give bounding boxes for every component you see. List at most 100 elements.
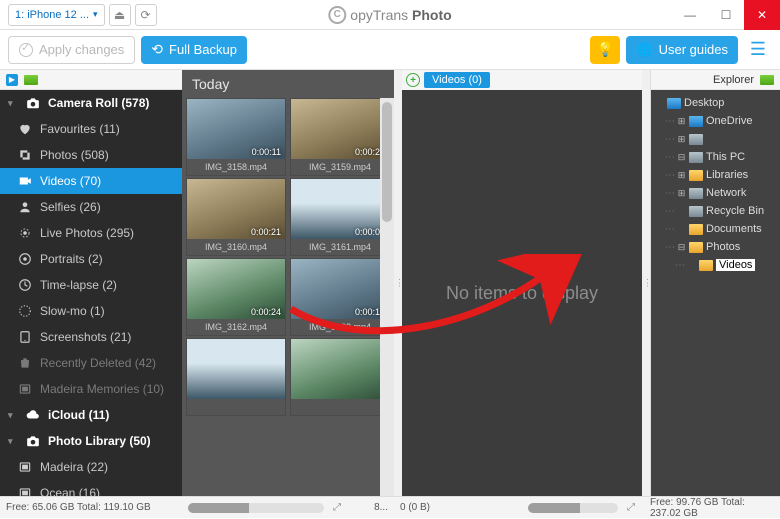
video-thumbnail[interactable]: 0:00:24IMG_3162.mp4 — [186, 258, 286, 336]
video-thumbnail[interactable]: 0:00:07IMG_3161.mp4 — [290, 178, 390, 256]
sidebar-item[interactable]: Videos (70) — [0, 168, 182, 194]
video-thumbnail[interactable]: 0:00:12IMG_3163.mp4 — [290, 258, 390, 336]
tree-node[interactable]: ⋯⊞OneDrive — [653, 112, 778, 130]
video-thumbnail[interactable]: 0:00:24IMG_3159.mp4 — [290, 98, 390, 176]
play-view-icon[interactable]: ▶ — [6, 74, 18, 86]
sidebar-item[interactable]: Ocean (16) — [0, 480, 182, 496]
folder-icon — [689, 206, 703, 217]
user-guides-button[interactable]: 🌐 User guides — [626, 36, 738, 64]
expand-icon[interactable]: ⤢ — [330, 501, 344, 515]
device-dropdown[interactable]: 1: iPhone 12 ... ▾ — [8, 4, 105, 26]
pc-storage-meter — [528, 503, 618, 513]
explorer-header: Explorer — [651, 70, 780, 90]
drop-body[interactable]: No items to display — [402, 90, 642, 496]
heart-icon — [18, 122, 32, 136]
splitter-left[interactable]: ⋮ — [394, 70, 402, 496]
device-label: 1: iPhone 12 ... — [15, 9, 89, 21]
sidebar-item-label: Recently Deleted (42) — [40, 356, 156, 370]
slowmo-icon — [18, 304, 32, 318]
tree-node[interactable]: ⋯⊞Libraries — [653, 166, 778, 184]
window-controls: — ☐ ✕ — [672, 0, 780, 30]
sidebar-item[interactable]: ▾iCloud (11) — [0, 402, 182, 428]
thumbnail-panel: Today 0:00:11IMG_3158.mp40:00:24IMG_3159… — [182, 70, 394, 496]
tree-twisty-icon[interactable]: ⊟ — [677, 242, 686, 253]
sidebar-item[interactable]: ▾Photo Library (50) — [0, 428, 182, 454]
minimize-button[interactable]: — — [672, 0, 708, 30]
check-icon — [19, 43, 33, 57]
tree-twisty-icon[interactable]: ⊞ — [677, 170, 686, 181]
folder-icon — [689, 134, 703, 145]
add-icon[interactable]: + — [406, 73, 420, 87]
folder-icon — [689, 188, 703, 199]
sidebar-item-label: Favourites (11) — [40, 122, 120, 136]
live-icon — [18, 226, 32, 240]
new-album-icon[interactable] — [24, 75, 38, 85]
tree-twisty-icon[interactable]: ⊟ — [677, 152, 686, 163]
drop-folder-pill[interactable]: Videos (0) — [424, 72, 490, 88]
video-thumbnail[interactable] — [186, 338, 286, 416]
device-sidebar: ▶ ▾Camera Roll (578) Favourites (11) Photo… — [0, 70, 182, 496]
tree-node[interactable]: ⋯Documents — [653, 220, 778, 238]
tree-label: Libraries — [706, 169, 748, 181]
video-icon — [18, 174, 32, 188]
pc-drop-panel: + Videos (0) No items to display — [402, 70, 642, 496]
thumb-filename: IMG_3161.mp4 — [291, 239, 389, 255]
full-backup-button[interactable]: ⟲ Full Backup — [141, 36, 247, 64]
main-area: ▶ ▾Camera Roll (578) Favourites (11) Photo… — [0, 70, 780, 496]
sidebar-item[interactable]: Madeira (22) — [0, 454, 182, 480]
sidebar-item[interactable]: Screenshots (21) — [0, 324, 182, 350]
sidebar-item[interactable]: Slow-mo (1) — [0, 298, 182, 324]
sidebar-item[interactable]: Live Photos (295) — [0, 220, 182, 246]
refresh-button[interactable]: ⟳ — [135, 4, 157, 26]
sidebar-item-label: Time-lapse (2) — [40, 278, 117, 292]
explorer-panel: Explorer Desktop⋯⊞OneDrive⋯⊞⋯⊟This PC⋯⊞L… — [650, 70, 780, 496]
sidebar-mini-toolbar: ▶ — [0, 70, 182, 90]
sidebar-item[interactable]: Selfies (26) — [0, 194, 182, 220]
tree-node[interactable]: ⋯⊟This PC — [653, 148, 778, 166]
tree-node[interactable]: ⋯⊟Photos — [653, 238, 778, 256]
video-thumbnail[interactable]: 0:00:21IMG_3160.mp4 — [186, 178, 286, 256]
video-thumbnail[interactable]: 0:00:11IMG_3158.mp4 — [186, 98, 286, 176]
backup-label: Full Backup — [169, 42, 237, 57]
sidebar-item[interactable]: Portraits (2) — [0, 246, 182, 272]
tree-label: Videos — [716, 259, 755, 271]
tree-node[interactable]: ⋯Videos — [653, 256, 778, 274]
tree-label: Documents — [706, 223, 762, 235]
sidebar-item[interactable]: Recently Deleted (42) — [0, 350, 182, 376]
tree-node[interactable]: ⋯Recycle Bin — [653, 202, 778, 220]
thumb-scrollbar[interactable] — [380, 98, 394, 496]
tree-node[interactable]: ⋯⊞ — [653, 130, 778, 148]
chevron-down-icon: ▾ — [8, 410, 18, 421]
tips-button[interactable]: 💡 — [590, 36, 620, 64]
chevron-down-icon: ▾ — [8, 436, 18, 447]
sidebar-item[interactable]: ▾Camera Roll (578) — [0, 90, 182, 116]
eject-button[interactable]: ⏏ — [109, 4, 131, 26]
sidebar-item[interactable]: Photos (508) — [0, 142, 182, 168]
tree-twisty-icon[interactable]: ⊞ — [677, 134, 686, 145]
video-thumbnail[interactable] — [290, 338, 390, 416]
tree-node[interactable]: Desktop — [653, 94, 778, 112]
drop-header: + Videos (0) — [402, 70, 642, 90]
sidebar-item[interactable]: Madeira Memories (10) — [0, 376, 182, 402]
thumb-group-header: Today — [182, 70, 394, 98]
device-storage-meter — [188, 503, 324, 513]
portrait-icon — [18, 252, 32, 266]
sidebar-item[interactable]: Time-lapse (2) — [0, 272, 182, 298]
apply-changes-button[interactable]: Apply changes — [8, 36, 135, 64]
pc-storage-text: Free: 99.76 GB Total: 237.02 GB — [650, 497, 774, 519]
tree-twisty-icon[interactable]: ⊞ — [677, 116, 686, 127]
close-button[interactable]: ✕ — [744, 0, 780, 30]
tree-label: OneDrive — [706, 115, 752, 127]
thumb-filename: IMG_3163.mp4 — [291, 319, 389, 335]
tree-node[interactable]: ⋯⊞Network — [653, 184, 778, 202]
maximize-button[interactable]: ☐ — [708, 0, 744, 30]
sidebar-item[interactable]: Favourites (11) — [0, 116, 182, 142]
thumb-filename: IMG_3158.mp4 — [187, 159, 285, 175]
expand-icon[interactable]: ⤢ — [624, 501, 638, 515]
folder-icon[interactable] — [760, 75, 774, 85]
tree-twisty-icon[interactable]: ⊞ — [677, 188, 686, 199]
splitter-right[interactable]: ⋮ — [642, 70, 650, 496]
menu-button[interactable]: ☰ — [744, 36, 772, 64]
zoom-level: 8... — [374, 502, 388, 513]
cloud-icon — [26, 408, 40, 422]
